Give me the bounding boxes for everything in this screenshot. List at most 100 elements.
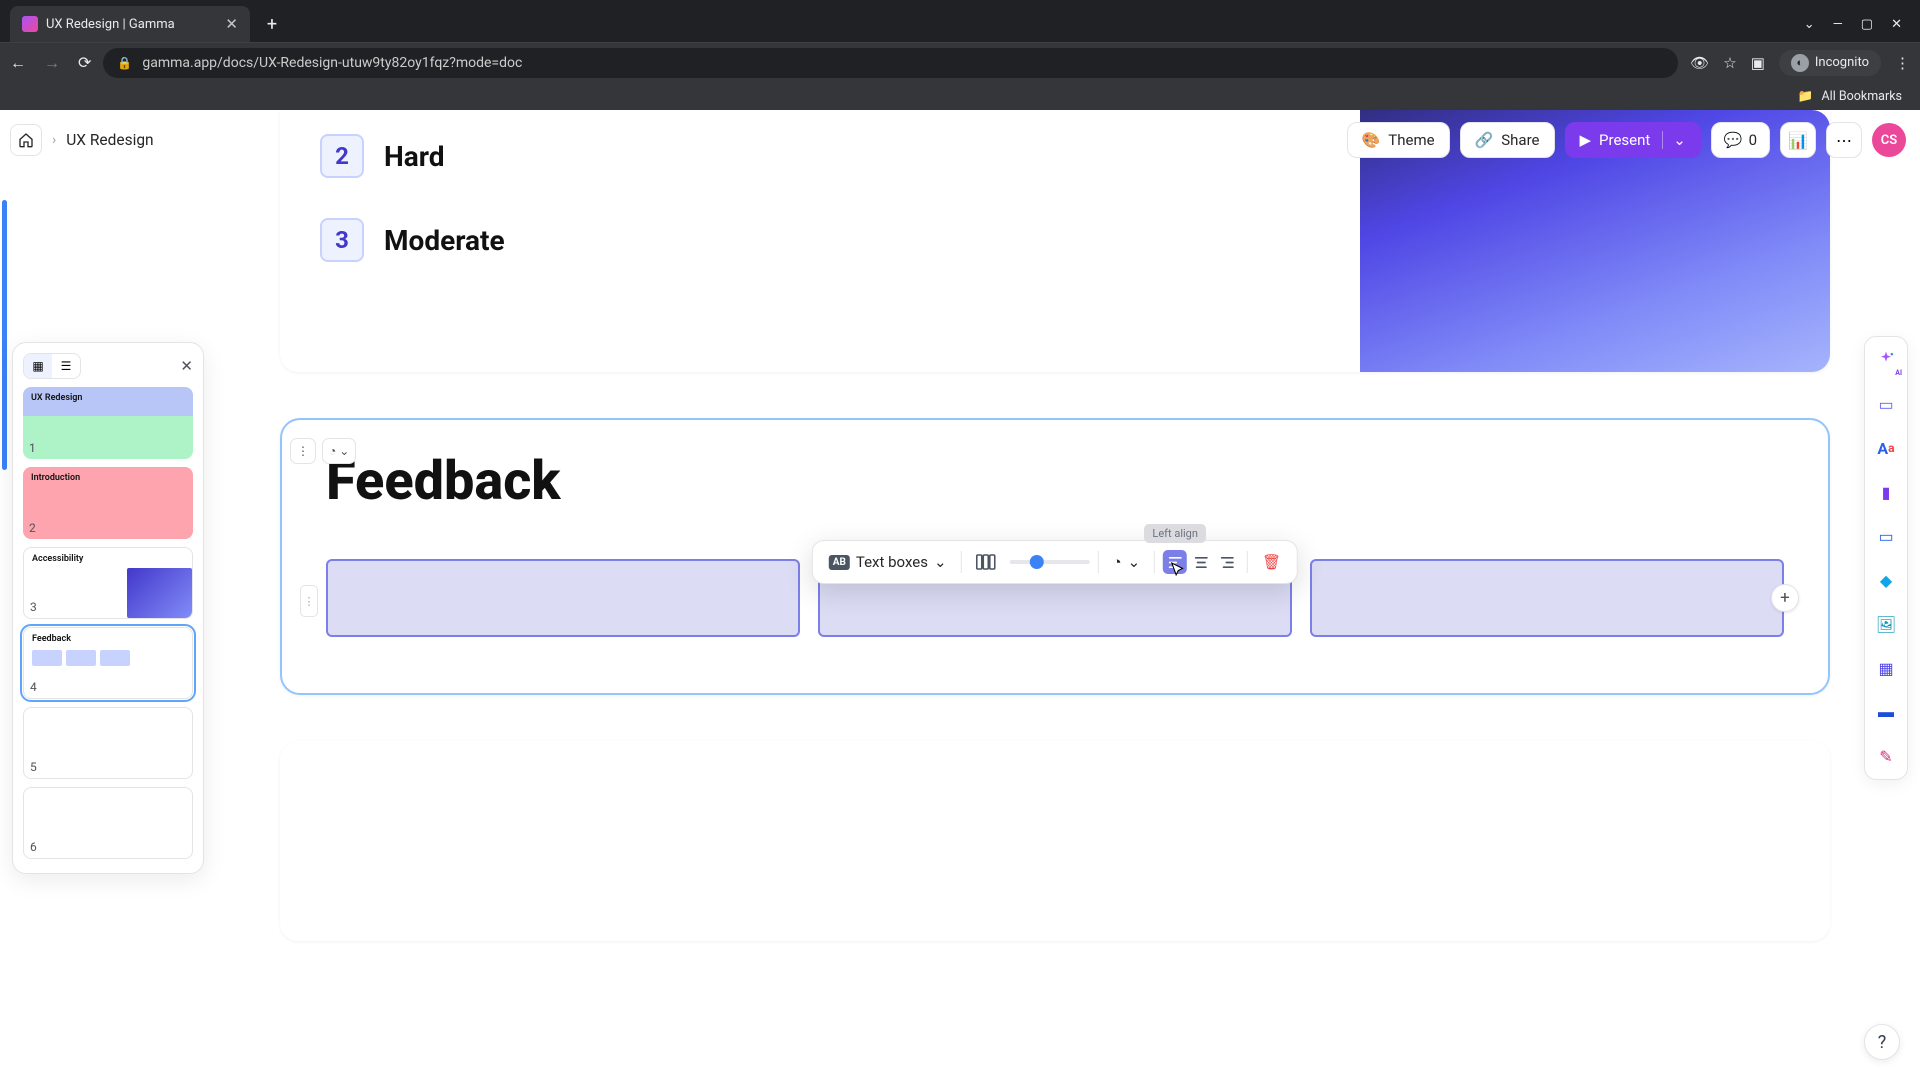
more-button[interactable]: ⋯ <box>1826 122 1862 158</box>
ai-button[interactable]: AI <box>1871 345 1901 375</box>
incognito-badge[interactable]: ◐ Incognito <box>1779 50 1881 76</box>
lock-icon: 🔒 <box>117 56 132 70</box>
color-dropdown[interactable]: ◔ ⌄ <box>1107 547 1147 577</box>
incognito-icon: ◐ <box>1791 54 1809 72</box>
close-tab-icon[interactable]: ✕ <box>225 15 238 33</box>
text-box[interactable] <box>326 559 800 637</box>
selection-toolbar: AB Text boxes ⌄ ◔ ⌄ Left align <box>812 540 1298 584</box>
comment-count: 0 <box>1749 131 1757 149</box>
back-icon[interactable]: ← <box>10 53 26 73</box>
all-bookmarks-link[interactable]: All Bookmarks <box>1822 89 1903 104</box>
eye-off-icon[interactable]: 👁 <box>1690 54 1709 72</box>
present-button[interactable]: ▶ Present ⌄ <box>1565 122 1701 158</box>
sparkle-icon <box>1876 350 1896 370</box>
help-button[interactable]: ? <box>1864 1024 1900 1060</box>
browser-tab[interactable]: UX Redesign | Gamma ✕ <box>10 6 250 42</box>
new-tab-button[interactable]: + <box>258 10 286 38</box>
tabs-dropdown-icon[interactable]: ⌄ <box>1804 17 1815 32</box>
bookmarks-bar: 📁 All Bookmarks <box>0 82 1920 110</box>
app-topbar: › UX Redesign 🎨 Theme 🔗 Share ▶ Present … <box>10 122 1906 158</box>
drag-handle-icon[interactable]: ⋮ <box>290 438 316 464</box>
chevron-down-icon: ⌄ <box>934 553 947 571</box>
row-drag-handle[interactable]: ⋮ <box>300 585 318 617</box>
separator <box>1247 551 1248 573</box>
right-rail: AI ▭ Aa ▮ ▭ ◆ 🖼 ▦ ▬ ✎ <box>1864 336 1908 780</box>
chevron-down-icon: ⌄ <box>1128 553 1141 571</box>
step-label[interactable]: Moderate <box>384 224 505 257</box>
form-button[interactable]: ✎ <box>1871 741 1901 771</box>
align-center-button[interactable] <box>1189 550 1213 574</box>
columns-button[interactable] <box>970 547 1002 577</box>
url-field[interactable]: 🔒 gamma.app/docs/UX-Redesign-utuw9ty82oy… <box>103 48 1678 78</box>
incognito-label: Incognito <box>1815 55 1869 70</box>
text-box[interactable] <box>1310 559 1784 637</box>
analytics-button[interactable]: 📊 <box>1780 122 1816 158</box>
browser-chrome: UX Redesign | Gamma ✕ + ⌄ — ▢ ✕ ← → ⟳ 🔒 … <box>0 0 1920 110</box>
present-label: Present <box>1599 131 1650 149</box>
callout-button[interactable]: ▮ <box>1871 477 1901 507</box>
card-templates-button[interactable]: ▭ <box>1871 389 1901 419</box>
share-button[interactable]: 🔗 Share <box>1460 122 1555 158</box>
separator <box>1154 551 1155 573</box>
width-slider[interactable] <box>1010 560 1090 564</box>
avatar[interactable]: CS <box>1872 123 1906 157</box>
breadcrumb[interactable]: UX Redesign <box>66 131 153 149</box>
block-type-selector[interactable]: AB Text boxes ⌄ <box>823 547 953 577</box>
shapes-button[interactable]: ◆ <box>1871 565 1901 595</box>
grid-button[interactable]: ▦ <box>1871 653 1901 683</box>
textbox-icon: AB <box>829 555 850 570</box>
alignment-group: Left align <box>1163 550 1239 574</box>
separator <box>961 551 962 573</box>
forward-icon[interactable]: → <box>44 53 60 73</box>
step-row: 3 Moderate <box>320 218 1320 262</box>
kebab-menu-icon[interactable]: ⋮ <box>1895 54 1910 72</box>
canvas[interactable]: 2 Hard 3 Moderate ⋮ ◔ ⌄ Feedback AB T <box>0 110 1920 1080</box>
image-button[interactable]: 🖼 <box>1871 609 1901 639</box>
color-icon: ◔ <box>1113 553 1122 571</box>
theme-label: Theme <box>1388 131 1434 149</box>
card-feedback[interactable]: ⋮ ◔ ⌄ Feedback AB Text boxes ⌄ ◔ <box>280 418 1830 695</box>
palette-icon: 🎨 <box>1362 131 1381 149</box>
add-column-button[interactable]: + <box>1771 584 1799 612</box>
app-root: › UX Redesign 🎨 Theme 🔗 Share ▶ Present … <box>0 110 1920 1080</box>
trash-icon: 🗑 <box>1262 553 1281 571</box>
palette-dropdown[interactable]: ◔ ⌄ <box>322 438 356 464</box>
card-handle-tools: ⋮ ◔ ⌄ <box>290 438 356 464</box>
breadcrumb-separator-icon: › <box>52 132 56 148</box>
close-window-icon[interactable]: ✕ <box>1891 17 1902 32</box>
link-icon: 🔗 <box>1475 131 1494 149</box>
card-blank[interactable] <box>280 741 1830 941</box>
embed-button[interactable]: ▬ <box>1871 697 1901 727</box>
home-icon <box>18 132 34 148</box>
comments-button[interactable]: 💬 0 <box>1711 122 1770 158</box>
question-icon: ? <box>1878 1032 1887 1053</box>
theme-button[interactable]: 🎨 Theme <box>1347 122 1450 158</box>
block-type-label: Text boxes <box>856 553 928 571</box>
step-number: 3 <box>320 218 364 262</box>
tab-bar: UX Redesign | Gamma ✕ + ⌄ — ▢ ✕ <box>0 0 1920 42</box>
layout-button[interactable]: ▭ <box>1871 521 1901 551</box>
text-styles-button[interactable]: Aa <box>1871 433 1901 463</box>
play-icon: ▶ <box>1580 131 1592 149</box>
card-heading[interactable]: Feedback <box>326 450 1784 513</box>
comment-icon: 💬 <box>1724 131 1743 149</box>
align-right-button[interactable] <box>1215 550 1239 574</box>
reload-icon[interactable]: ⟳ <box>78 53 91 73</box>
minimize-window-icon[interactable]: — <box>1833 17 1843 32</box>
window-controls: ⌄ — ▢ ✕ <box>1804 17 1920 42</box>
address-bar: ← → ⟳ 🔒 gamma.app/docs/UX-Redesign-utuw9… <box>0 42 1920 82</box>
tab-title: UX Redesign | Gamma <box>46 17 175 32</box>
chart-icon: 📊 <box>1788 131 1808 150</box>
panel-icon[interactable]: ▣ <box>1751 54 1765 72</box>
tooltip: Left align <box>1144 524 1206 543</box>
delete-button[interactable]: 🗑 <box>1256 547 1287 577</box>
share-label: Share <box>1501 131 1539 149</box>
align-left-button[interactable]: Left align <box>1163 550 1187 574</box>
folder-icon: 📁 <box>1798 89 1814 104</box>
maximize-window-icon[interactable]: ▢ <box>1861 17 1873 32</box>
url-text: gamma.app/docs/UX-Redesign-utuw9ty82oy1f… <box>142 55 522 71</box>
favicon-icon <box>22 16 38 32</box>
home-button[interactable] <box>10 124 42 156</box>
bookmark-star-icon[interactable]: ☆ <box>1723 54 1736 72</box>
chevron-down-icon[interactable]: ⌄ <box>1662 131 1686 149</box>
